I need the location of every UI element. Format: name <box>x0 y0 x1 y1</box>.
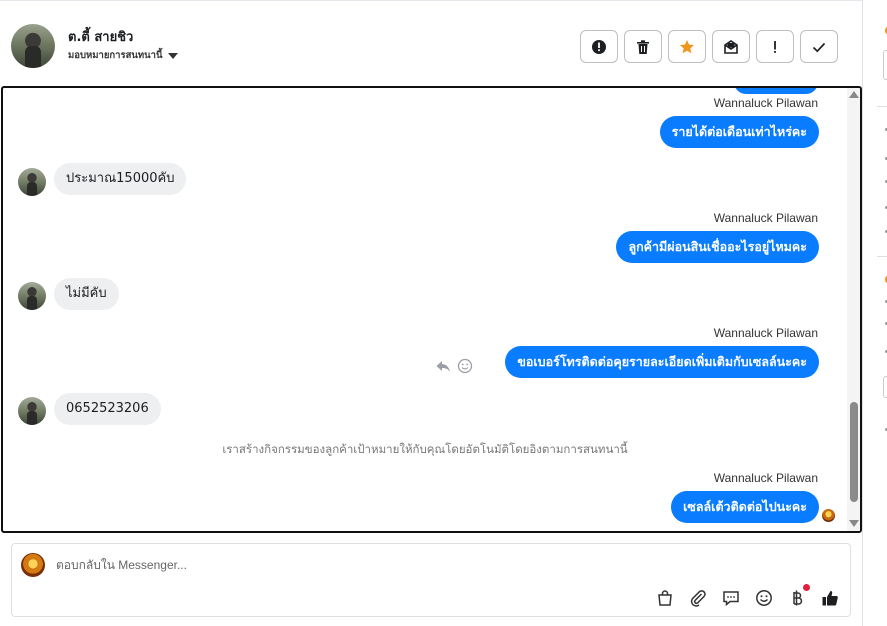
side-panel-edge <box>862 0 887 626</box>
side-panel-divider <box>877 256 887 257</box>
notification-dot <box>803 584 810 591</box>
seen-receipt-avatar <box>822 509 835 522</box>
contact-avatar-small[interactable] <box>18 168 46 196</box>
scroll-up-arrow-icon[interactable] <box>849 91 859 98</box>
mark-unread-button[interactable] <box>712 30 750 63</box>
message-thread[interactable]: Wannaluck Pilawan รายได้ต่อเดือนเท่าไหร่… <box>1 86 862 533</box>
scroll-down-arrow-icon[interactable] <box>849 520 859 527</box>
mark-done-button[interactable] <box>800 30 838 63</box>
contact-name[interactable]: ต.ตี้ สายชิว <box>68 26 133 47</box>
outgoing-message[interactable]: ลูกค้ามีผ่อนสินเชื่ออะไรอยู่ไหมคะ <box>616 231 819 263</box>
incoming-message[interactable]: ประมาณ15000คับ <box>54 163 187 195</box>
scroll-thumb[interactable] <box>850 402 858 502</box>
message-hover-actions <box>435 358 473 374</box>
like-button[interactable] <box>820 588 840 608</box>
page-avatar <box>21 553 45 577</box>
inbox-conversation: ต.ตี้ สายชิว มอบหมายการสนทนานี้ Wannaluc… <box>0 0 887 626</box>
chat-bubble-icon <box>723 591 739 607</box>
report-button[interactable] <box>580 30 618 63</box>
star-icon <box>680 39 694 53</box>
message-sender: Wannaluck Pilawan <box>713 211 818 225</box>
incoming-message[interactable]: ไม่มีคับ <box>54 278 119 310</box>
reply-composer <box>11 543 851 617</box>
mark-unread-icon <box>724 39 738 54</box>
thumbs-up-icon <box>822 591 838 606</box>
check-icon <box>812 42 826 52</box>
conversation-toolbar <box>580 30 838 63</box>
reply-input[interactable] <box>56 558 796 572</box>
trash-icon <box>637 39 649 54</box>
side-panel-field[interactable] <box>883 376 887 398</box>
attach-button[interactable] <box>688 588 708 608</box>
saved-replies-button[interactable] <box>721 588 741 608</box>
side-panel-field[interactable] <box>883 50 887 80</box>
side-panel-divider <box>877 106 887 107</box>
paperclip-icon <box>690 590 706 607</box>
payment-button[interactable] <box>787 584 810 608</box>
incoming-message[interactable]: 0652523206 <box>54 393 161 425</box>
outgoing-message[interactable]: ขอเบอร์โทรติดต่อคุยรายละเอียดเพิ่มเติมกั… <box>505 346 819 378</box>
assign-label: มอบหมายการสนทนานี้ <box>68 50 163 61</box>
reply-icon[interactable] <box>435 358 451 374</box>
mark-important-button[interactable] <box>756 30 794 63</box>
shop-button[interactable] <box>655 588 675 608</box>
report-icon <box>592 39 606 54</box>
exclamation-icon <box>774 40 776 53</box>
baht-icon <box>793 590 803 606</box>
emoji-icon <box>756 590 772 606</box>
emoji-button[interactable] <box>754 588 774 608</box>
contact-avatar[interactable] <box>11 24 55 68</box>
outgoing-message[interactable]: เซลล์เต้วติดต่อไปนะคะ <box>671 491 819 523</box>
contact-avatar-small[interactable] <box>18 397 46 425</box>
message-sender: Wannaluck Pilawan <box>713 96 818 110</box>
composer-actions <box>655 584 840 608</box>
assign-conversation-dropdown[interactable]: มอบหมายการสนทนานี้ <box>68 48 178 63</box>
conversation-header: ต.ตี้ สายชิว มอบหมายการสนทนานี้ <box>0 0 862 86</box>
contact-avatar-small[interactable] <box>18 282 46 310</box>
message-sender: Wannaluck Pilawan <box>713 326 818 340</box>
system-notice: เราสร้างกิจกรรมของลูกค้าเป้าหมายให้กับคุ… <box>222 442 628 456</box>
thread-scrollbar[interactable] <box>847 88 860 531</box>
delete-button[interactable] <box>624 30 662 63</box>
message-sender: Wannaluck Pilawan <box>713 471 818 485</box>
star-button[interactable] <box>668 30 706 63</box>
react-emoji-icon[interactable] <box>457 358 473 374</box>
caret-down-icon <box>167 52 178 59</box>
outgoing-message[interactable]: รายได้ต่อเดือนเท่าไหร่คะ <box>659 116 819 148</box>
previous-message-bubble <box>734 88 818 94</box>
shopping-bag-icon <box>658 590 672 606</box>
